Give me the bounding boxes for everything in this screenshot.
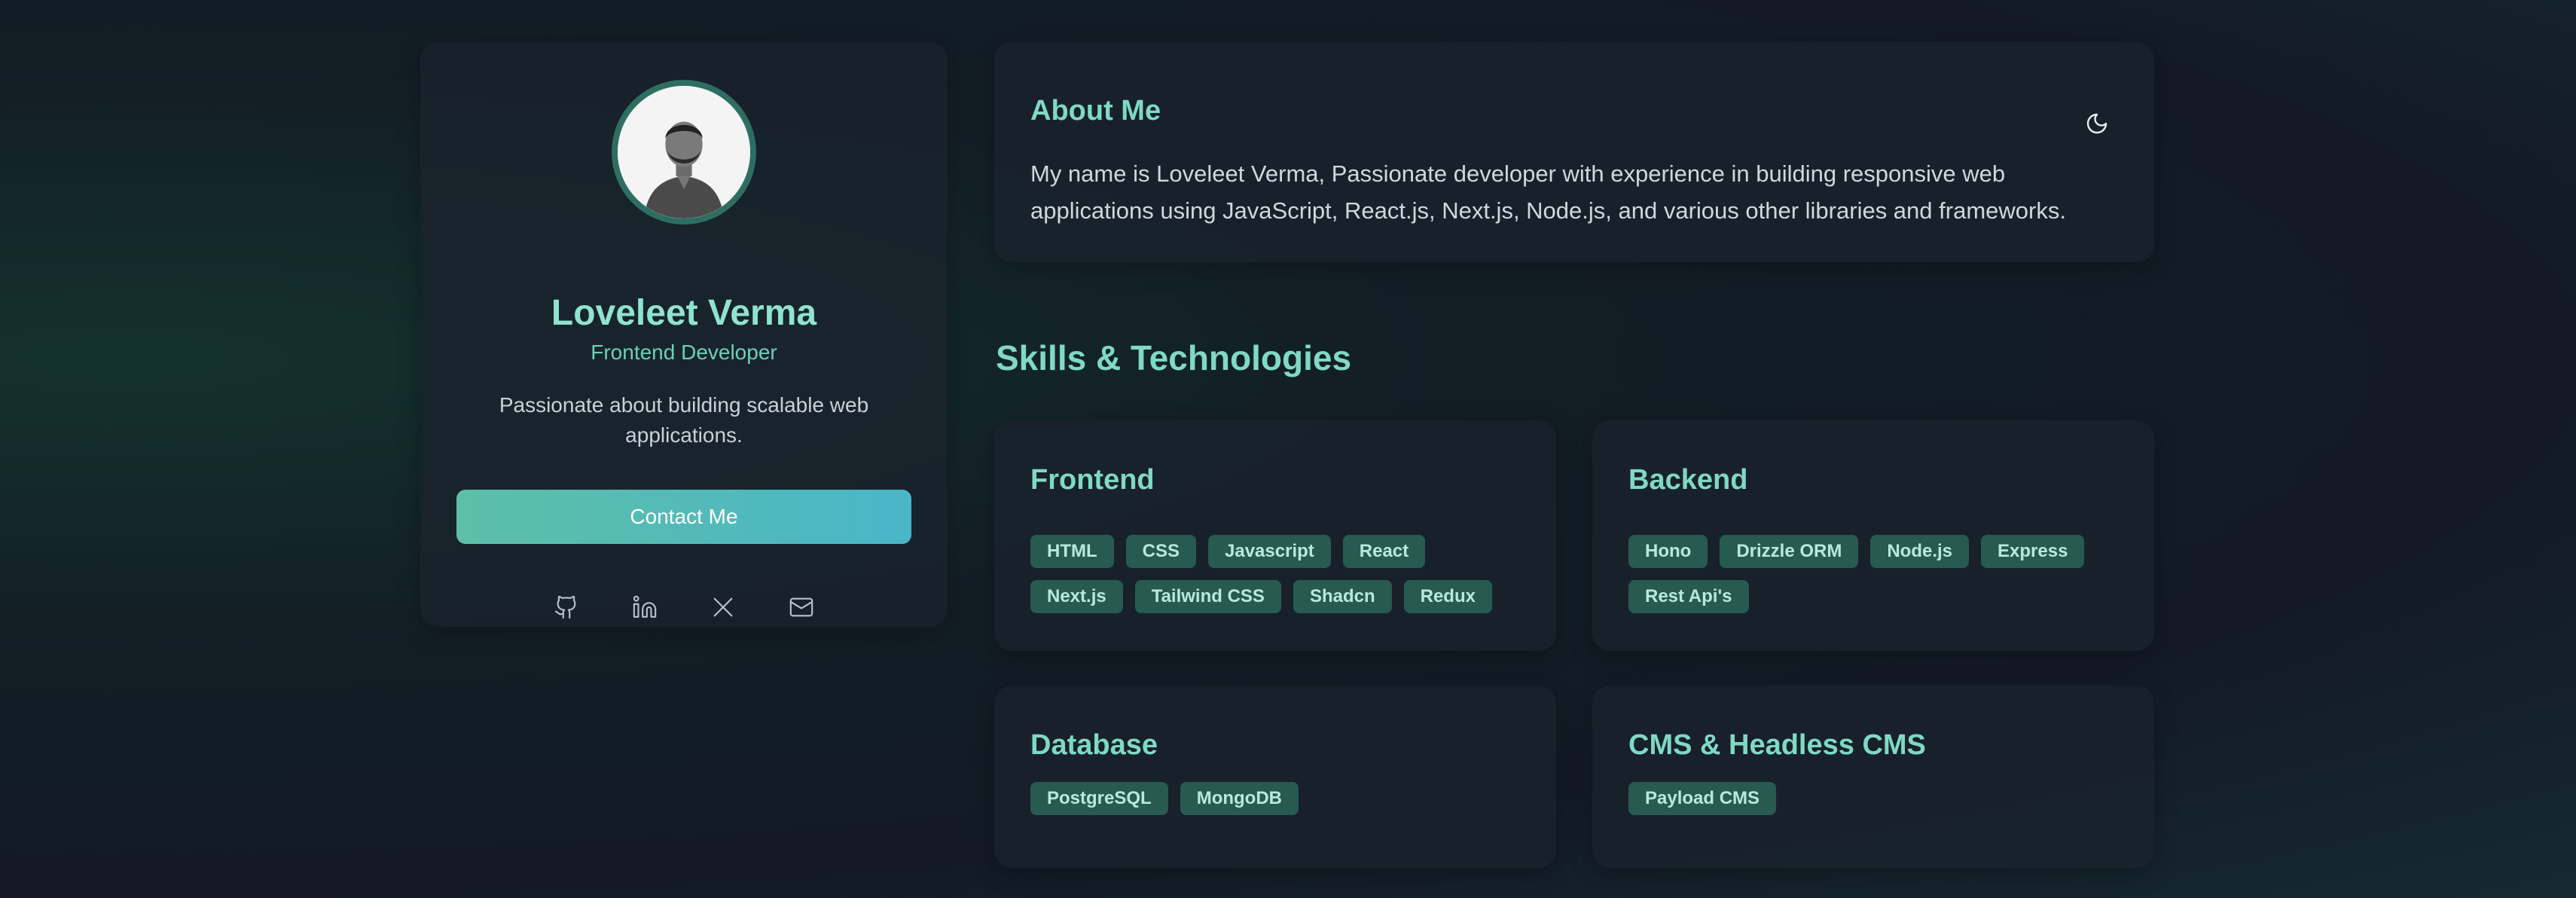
skill-card-title: Backend xyxy=(1628,464,1748,496)
skill-tag: PostgreSQL xyxy=(1030,782,1168,815)
skill-tag: HTML xyxy=(1030,535,1114,568)
skill-card-backend: Backend Hono Drizzle ORM Node.js Express… xyxy=(1592,420,2154,651)
profile-name: Loveleet Verma xyxy=(551,293,817,333)
skill-tag: MongoDB xyxy=(1180,782,1299,815)
profile-card: Loveleet Verma Frontend Developer Passio… xyxy=(420,42,948,627)
skill-tags: HTML CSS Javascript React Next.js Tailwi… xyxy=(1030,535,1526,613)
skill-tag: Tailwind CSS xyxy=(1134,580,1281,613)
skill-card-frontend: Frontend HTML CSS Javascript React Next.… xyxy=(994,420,1556,651)
contact-me-button[interactable]: Contact Me xyxy=(456,490,911,544)
skill-tag: React xyxy=(1342,535,1426,568)
social-links xyxy=(420,591,948,624)
github-icon[interactable] xyxy=(550,591,583,624)
skill-tag: Node.js xyxy=(1870,535,1970,568)
skill-tag: Shadcn xyxy=(1293,580,1392,613)
linkedin-icon[interactable] xyxy=(628,591,661,624)
skill-card-title: Database xyxy=(1030,729,1158,761)
skill-tag: Redux xyxy=(1403,580,1492,613)
skill-tag: Drizzle ORM xyxy=(1720,535,1859,568)
skill-tags: Hono Drizzle ORM Node.js Express Rest Ap… xyxy=(1628,535,2124,613)
skill-tags: Payload CMS xyxy=(1628,782,2124,815)
theme-toggle-button[interactable] xyxy=(2076,102,2118,145)
skill-tag: Payload CMS xyxy=(1628,782,1777,815)
skills-heading: Skills & Technologies xyxy=(996,338,1352,377)
about-card: About Me My name is Loveleet Verma, Pass… xyxy=(994,42,2154,262)
about-title: About Me xyxy=(1030,95,1161,127)
moon-icon xyxy=(2086,113,2107,134)
skill-card-title: Frontend xyxy=(1030,464,1155,496)
mail-icon[interactable] xyxy=(785,591,818,624)
profile-tagline: Passionate about building scalable web a… xyxy=(499,393,869,447)
skill-card-database: Database PostgreSQL MongoDB xyxy=(994,686,1556,868)
skill-tag: Next.js xyxy=(1030,580,1123,613)
skill-tag: Hono xyxy=(1628,535,1708,568)
profile-role: Frontend Developer xyxy=(591,341,777,364)
avatar xyxy=(612,80,756,225)
x-icon[interactable] xyxy=(707,591,740,624)
skill-tag: CSS xyxy=(1125,535,1197,568)
skill-card-cms: CMS & Headless CMS Payload CMS xyxy=(1592,686,2154,868)
skill-card-title: CMS & Headless CMS xyxy=(1628,729,1926,761)
skill-tag: Javascript xyxy=(1208,535,1331,568)
about-text: My name is Loveleet Verma, Passionate de… xyxy=(1030,160,2066,224)
skill-tag: Express xyxy=(1981,535,2085,568)
skill-tag: Rest Api's xyxy=(1628,580,1749,613)
skill-tags: PostgreSQL MongoDB xyxy=(1030,782,1526,815)
avatar-photo xyxy=(618,86,750,218)
